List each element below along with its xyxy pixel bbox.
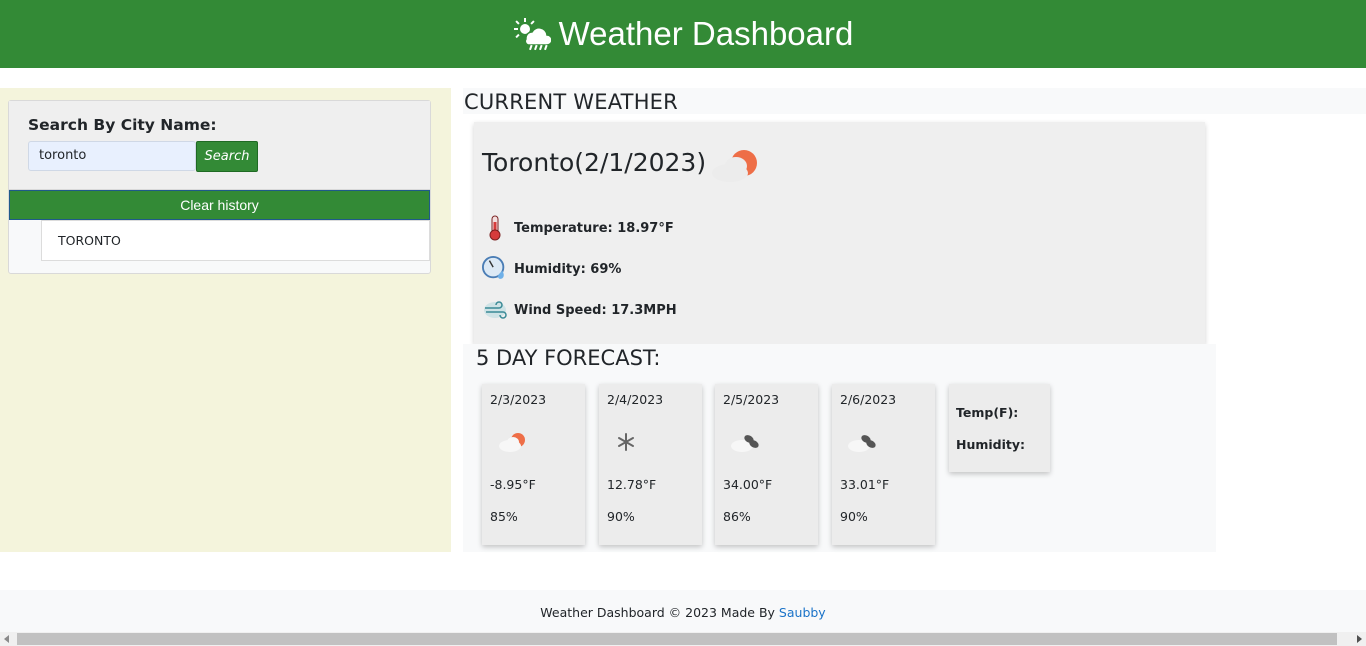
- current-weather-card: Toronto(2/1/2023) Temperature: 18.97°F H…: [474, 122, 1205, 344]
- forecast-date: 2/6/2023: [840, 392, 897, 407]
- footer-text: Weather Dashboard © 2023 Made By: [540, 605, 779, 620]
- city-date: Toronto(2/1/2023): [482, 148, 707, 177]
- page-title: Weather Dashboard: [513, 15, 854, 53]
- broken-clouds-icon: [731, 435, 759, 452]
- forecast-temp: 12.78°F: [607, 477, 657, 492]
- forecast-humidity: 85%: [490, 509, 518, 524]
- forecast-temp: 34.00°F: [723, 477, 773, 492]
- snow-icon: [618, 433, 634, 451]
- forecast-date: 2/4/2023: [607, 392, 664, 407]
- search-input[interactable]: toronto: [28, 141, 196, 171]
- partly-cloudy-icon: [499, 433, 525, 452]
- author-link[interactable]: Saubby: [779, 605, 826, 620]
- forecast-date: 2/5/2023: [723, 392, 780, 407]
- history-item-toronto[interactable]: TORONTO: [41, 220, 430, 261]
- forecast-card: 2/6/2023 33.01°F 90%: [832, 384, 935, 545]
- forecast-label-card: Temp(F): Humidity:: [949, 384, 1050, 472]
- wind-icon: [482, 297, 508, 323]
- search-sidebar: Search By City Name: toronto Search Clea…: [0, 88, 451, 552]
- app-header: Weather Dashboard: [0, 0, 1366, 68]
- forecast-temp: -8.95°F: [490, 477, 536, 492]
- wind-text: Wind Speed: 17.3MPH: [514, 302, 677, 318]
- footer: Weather Dashboard © 2023 Made By Saubby: [0, 590, 1366, 632]
- forecast-title: 5 DAY FORECAST:: [476, 346, 661, 370]
- humidity-stat: Humidity: 69%: [482, 256, 621, 282]
- scroll-right-icon[interactable]: [1357, 635, 1362, 643]
- forecast-date: 2/3/2023: [490, 392, 547, 407]
- scrollbar-thumb[interactable]: [17, 633, 1337, 645]
- thermometer-icon: [482, 215, 508, 241]
- page-title-text: Weather Dashboard: [558, 15, 854, 52]
- current-weather-title: CURRENT WEATHER: [464, 90, 678, 114]
- search-form: Search By City Name: toronto Search: [9, 101, 430, 190]
- forecast-card: 2/4/2023 12.78°F 90%: [599, 384, 702, 545]
- humidity-text: Humidity: 69%: [514, 261, 622, 277]
- temp-label: Temp(F):: [956, 405, 1019, 420]
- forecast-humidity: 90%: [840, 509, 868, 524]
- wind-stat: Wind Speed: 17.3MPH: [482, 297, 677, 323]
- temperature-stat: Temperature: 18.97°F: [482, 215, 674, 241]
- partly-cloudy-icon: [712, 150, 757, 182]
- scroll-left-icon[interactable]: [4, 635, 9, 643]
- humidity-label: Humidity:: [956, 437, 1026, 452]
- sun-cloud-rain-icon: [513, 18, 551, 51]
- search-button[interactable]: Search: [196, 141, 258, 172]
- clear-history-button[interactable]: Clear history: [9, 190, 430, 220]
- temperature-text: Temperature: 18.97°F: [514, 220, 674, 236]
- forecast-humidity: 86%: [723, 509, 751, 524]
- forecast-temp: 33.01°F: [840, 477, 890, 492]
- horizontal-scrollbar[interactable]: [0, 632, 1366, 646]
- forecast-section: 5 DAY FORECAST: 2/3/2023 -8.95°F 85% 2/4…: [463, 344, 1216, 552]
- broken-clouds-icon: [848, 435, 876, 452]
- forecast-card: 2/5/2023 34.00°F 86%: [715, 384, 818, 545]
- humidity-gauge-icon: [482, 256, 508, 282]
- forecast-humidity: 90%: [607, 509, 635, 524]
- forecast-card: 2/3/2023 -8.95°F 85%: [482, 384, 585, 545]
- search-label: Search By City Name:: [28, 116, 217, 134]
- search-card: Search By City Name: toronto Search Clea…: [8, 100, 431, 274]
